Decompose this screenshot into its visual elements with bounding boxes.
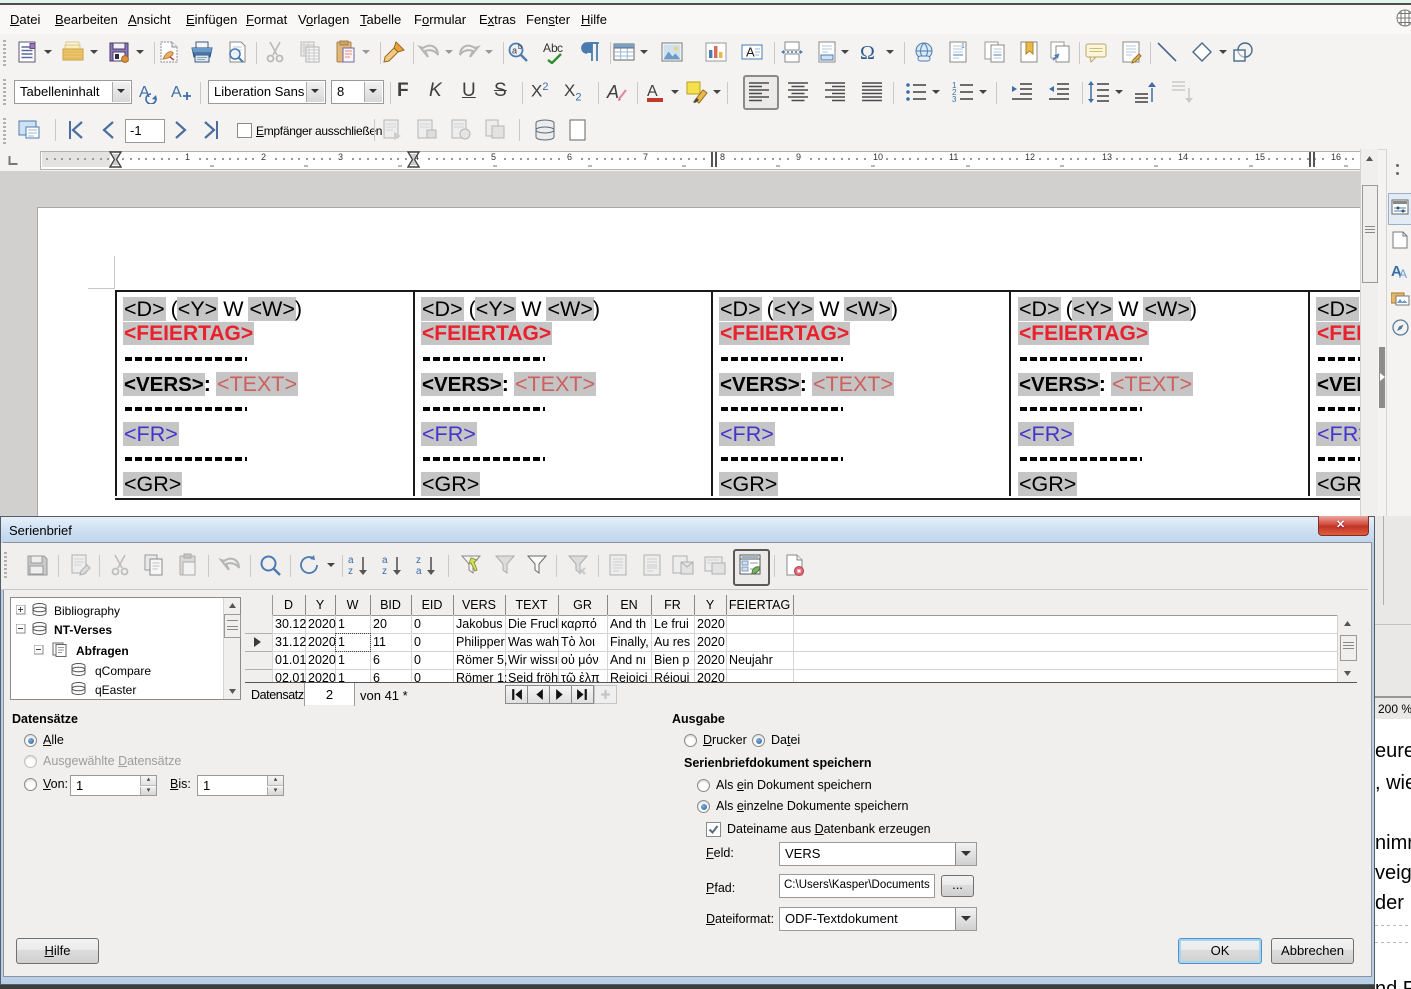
svg-text:A: A <box>606 82 619 102</box>
svg-text:a: a <box>348 555 354 566</box>
svg-text:a: a <box>382 555 388 566</box>
svg-text:A: A <box>1399 267 1407 279</box>
svg-text:b: b <box>518 44 522 51</box>
svg-text:a: a <box>512 46 517 56</box>
svg-text:a: a <box>416 566 422 577</box>
svg-text:1: 1 <box>961 43 965 50</box>
svg-text:Ab: Ab <box>543 41 558 55</box>
svg-text:z: z <box>416 555 421 566</box>
svg-text:A: A <box>647 83 658 100</box>
svg-text:A: A <box>171 84 182 101</box>
svg-text:A: A <box>139 84 150 101</box>
svg-text:A: A <box>746 45 755 60</box>
svg-text:3: 3 <box>952 95 957 104</box>
svg-text:z: z <box>382 566 387 577</box>
svg-text:Ω: Ω <box>860 42 875 64</box>
svg-text:c: c <box>557 41 563 55</box>
svg-text:z: z <box>348 566 353 577</box>
